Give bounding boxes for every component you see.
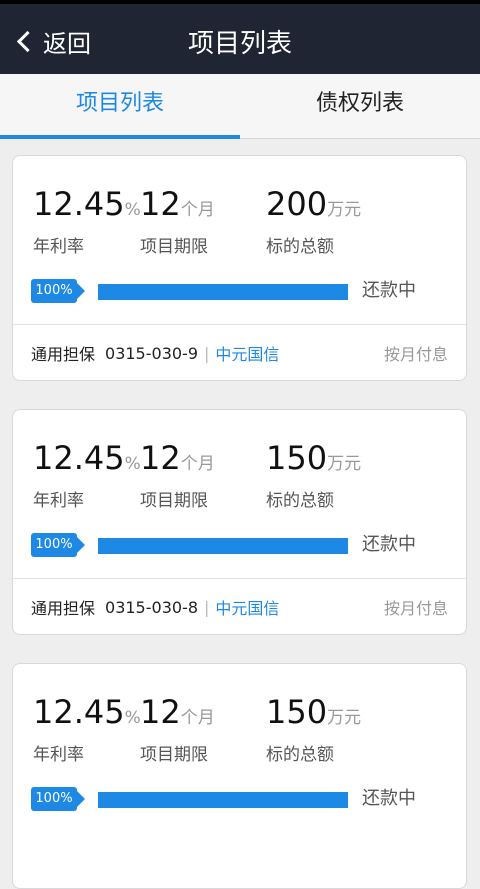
- rate-unit: %: [124, 708, 141, 728]
- amount-label: 标的总额: [266, 745, 334, 765]
- rate-label: 年利率: [33, 491, 84, 511]
- card-footer: 通用担保 0315-030-8 | 中元国信 按月付息: [31, 579, 448, 635]
- project-code: 0315-030-8: [105, 597, 198, 617]
- term-stat: 12个月 项目期限: [140, 692, 215, 765]
- tab-indicator: [0, 135, 240, 139]
- amount-unit: 万元: [327, 708, 362, 728]
- term-value: 12: [140, 693, 181, 731]
- progress-badge: 100%: [31, 533, 85, 557]
- progress-bar: [98, 538, 348, 554]
- rate-unit: %: [124, 200, 141, 220]
- project-card[interactable]: 12.45% 年利率 12个月 项目期限 150万元 标的总额 100% 还款中: [12, 663, 467, 889]
- term-unit: 个月: [180, 708, 215, 728]
- tab-debts[interactable]: 债权列表: [240, 74, 480, 138]
- repay-method: 按月付息: [383, 345, 448, 364]
- amount-label: 标的总额: [266, 491, 334, 511]
- project-card[interactable]: 12.45% 年利率 12个月 项目期限 200万元 标的总额 100% 还款中…: [12, 155, 467, 381]
- amount-label: 标的总额: [266, 237, 334, 257]
- repay-method: 按月付息: [383, 599, 448, 618]
- progress-row: 100% 还款中: [31, 531, 451, 559]
- progress-row: 100% 还款中: [31, 785, 451, 813]
- term-label: 项目期限: [140, 237, 208, 257]
- page-title: 项目列表: [187, 29, 292, 59]
- rate-unit: %: [124, 454, 141, 474]
- rate-value: 12.45: [33, 693, 125, 731]
- amount-stat: 200万元 标的总额: [266, 184, 361, 257]
- rate-stat: 12.45% 年利率: [33, 438, 141, 511]
- rate-label: 年利率: [33, 745, 84, 765]
- separator: |: [204, 597, 210, 617]
- org-link[interactable]: 中元国信: [215, 595, 279, 619]
- rate-stat: 12.45% 年利率: [33, 692, 141, 765]
- term-stat: 12个月 项目期限: [140, 438, 215, 511]
- tab-bar: 项目列表 债权列表: [0, 74, 480, 139]
- status-text: 还款中: [362, 280, 416, 301]
- progress-badge: 100%: [31, 787, 85, 811]
- progress-row: 100% 还款中: [31, 277, 451, 305]
- rate-value: 12.45: [33, 185, 125, 223]
- rate-label: 年利率: [33, 237, 84, 257]
- term-unit: 个月: [180, 454, 215, 474]
- rate-stat: 12.45% 年利率: [33, 184, 141, 257]
- nav-bar: 返回 项目列表: [0, 4, 480, 74]
- amount-unit: 万元: [327, 200, 362, 220]
- guarantee-type: 通用担保: [31, 345, 96, 364]
- tab-projects[interactable]: 项目列表: [0, 74, 240, 138]
- amount-value: 150: [266, 693, 328, 731]
- term-label: 项目期限: [140, 491, 208, 511]
- progress-fill: [98, 284, 348, 300]
- amount-value: 150: [266, 439, 328, 477]
- term-unit: 个月: [180, 200, 215, 220]
- project-code: 0315-030-9: [105, 343, 198, 363]
- progress-bar: [98, 284, 348, 300]
- term-stat: 12个月 项目期限: [140, 184, 215, 257]
- project-card[interactable]: 12.45% 年利率 12个月 项目期限 150万元 标的总额 100% 还款中…: [12, 409, 467, 635]
- org-link[interactable]: 中元国信: [215, 341, 279, 365]
- status-text: 还款中: [362, 788, 416, 809]
- card-footer: 通用担保 0315-030-9 | 中元国信 按月付息: [31, 325, 448, 381]
- status-text: 还款中: [362, 534, 416, 555]
- amount-stat: 150万元 标的总额: [266, 438, 361, 511]
- progress-bar: [98, 792, 348, 808]
- guarantee-type: 通用担保: [31, 599, 96, 618]
- term-label: 项目期限: [140, 745, 208, 765]
- term-value: 12: [140, 439, 181, 477]
- progress-fill: [98, 792, 348, 808]
- progress-badge: 100%: [31, 279, 85, 303]
- rate-value: 12.45: [33, 439, 125, 477]
- amount-unit: 万元: [327, 454, 362, 474]
- amount-stat: 150万元 标的总额: [266, 692, 361, 765]
- progress-fill: [98, 538, 348, 554]
- separator: |: [204, 343, 210, 363]
- term-value: 12: [140, 185, 181, 223]
- amount-value: 200: [266, 185, 328, 223]
